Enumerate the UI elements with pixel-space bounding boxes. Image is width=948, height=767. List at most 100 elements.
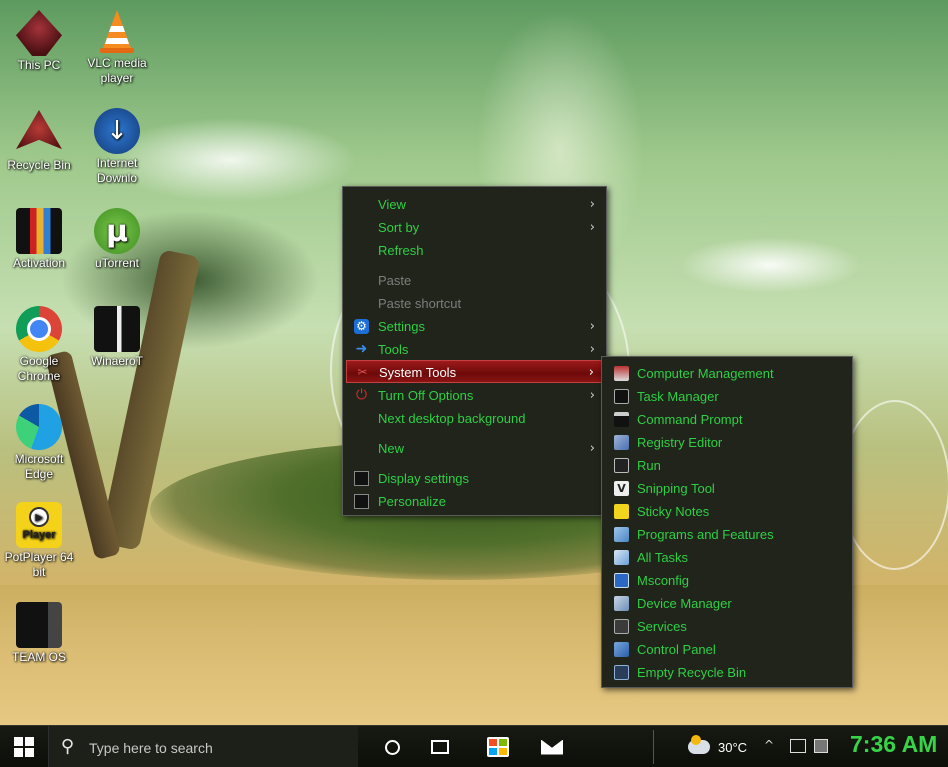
menu-item-label: Sort by xyxy=(378,220,420,235)
desktop-icon-utorrent[interactable]: µ uTorrent xyxy=(78,208,156,271)
taskbar-resize-handle[interactable] xyxy=(653,730,662,764)
taskbar: ⚲ Type here to search 30°C ^ 7:36 AM xyxy=(0,725,948,767)
command-prompt-icon xyxy=(614,412,629,427)
partly-cloudy-icon xyxy=(688,735,710,754)
chrome-icon xyxy=(16,306,62,352)
submenu-item-label: Device Manager xyxy=(637,596,732,611)
menu-item-personalize[interactable]: Personalize xyxy=(346,490,603,513)
submenu-item-sticky-notes[interactable]: Sticky Notes xyxy=(605,500,849,523)
menu-item-refresh[interactable]: Refresh xyxy=(346,239,603,262)
submenu-item-label: Control Panel xyxy=(637,642,716,657)
internet-download-manager-icon: ↓ xyxy=(94,108,140,154)
desktop-icon-edge[interactable]: Microsoft Edge xyxy=(0,404,78,482)
menu-item-label: Next desktop background xyxy=(378,411,526,426)
battery-icon[interactable] xyxy=(814,739,828,753)
msconfig-icon xyxy=(614,573,629,588)
microsoft-store-button[interactable] xyxy=(476,726,520,767)
submenu-item-label: Sticky Notes xyxy=(637,504,710,519)
menu-item-display-settings[interactable]: Display settings xyxy=(346,467,603,490)
task-view-button[interactable] xyxy=(418,726,462,767)
menu-item-settings[interactable]: ⚙ Settings › xyxy=(346,315,603,338)
submenu-item-label: Msconfig xyxy=(637,573,690,588)
team-os-icon xyxy=(16,602,62,648)
desktop-icon-label: VLC media player xyxy=(87,56,147,85)
tools-icon: ✂ xyxy=(357,365,368,379)
desktop-icon-vlc[interactable]: VLC media player xyxy=(78,8,156,86)
gear-icon: ⚙ xyxy=(354,319,369,334)
chevron-right-icon: › xyxy=(589,342,595,357)
device-manager-icon xyxy=(614,596,629,611)
submenu-item-services[interactable]: Services xyxy=(605,615,849,638)
cortana-icon xyxy=(384,739,400,755)
edge-icon xyxy=(16,404,62,450)
snipping-tool-icon: V xyxy=(614,481,629,496)
mail-icon xyxy=(541,739,563,755)
menu-item-label: Paste shortcut xyxy=(378,296,462,311)
submenu-item-label: All Tasks xyxy=(637,550,689,565)
mail-button[interactable] xyxy=(530,726,574,767)
desktop-icon-team-os[interactable]: TEAM OS xyxy=(0,602,78,665)
desktop-icon-activation[interactable]: Activation xyxy=(0,208,78,271)
sticky-notes-icon xyxy=(614,504,629,519)
submenu-item-all-tasks[interactable]: All Tasks xyxy=(605,546,849,569)
registry-editor-icon xyxy=(614,435,629,450)
submenu-item-control-panel[interactable]: Control Panel xyxy=(605,638,849,661)
network-icon[interactable] xyxy=(790,739,806,753)
submenu-item-label: Run xyxy=(637,458,661,473)
desktop-icon-label: This PC xyxy=(17,58,61,72)
menu-item-turn-off-options[interactable]: ⏻ Turn Off Options › xyxy=(346,384,603,407)
menu-item-label: Settings xyxy=(378,319,425,334)
task-manager-icon xyxy=(614,389,629,404)
personalize-icon xyxy=(354,494,369,509)
desktop-icon-potplayer[interactable]: ▶ Player PotPlayer 64 bit xyxy=(0,502,78,580)
desktop-icon-label: Google Chrome xyxy=(17,354,61,383)
desktop-icon-chrome[interactable]: Google Chrome xyxy=(0,306,78,384)
menu-item-next-desktop-background[interactable]: Next desktop background xyxy=(346,407,603,430)
chevron-right-icon: › xyxy=(589,441,595,456)
taskbar-search-box[interactable]: ⚲ Type here to search xyxy=(48,726,358,767)
desktop-icon-winaero[interactable]: WinaeroT xyxy=(78,306,156,369)
submenu-item-computer-management[interactable]: Computer Management xyxy=(605,362,849,385)
menu-item-paste-shortcut: Paste shortcut xyxy=(346,292,603,315)
desktop-icon-internet-download-manager[interactable]: ↓ Internet Downlo xyxy=(78,108,156,186)
submenu-item-msconfig[interactable]: Msconfig xyxy=(605,569,849,592)
submenu-item-device-manager[interactable]: Device Manager xyxy=(605,592,849,615)
start-button[interactable] xyxy=(0,726,48,767)
submenu-item-registry-editor[interactable]: Registry Editor xyxy=(605,431,849,454)
menu-item-new[interactable]: New › xyxy=(346,437,603,460)
submenu-item-command-prompt[interactable]: Command Prompt xyxy=(605,408,849,431)
taskbar-clock[interactable]: 7:36 AM xyxy=(850,731,937,758)
submenu-item-run[interactable]: Run xyxy=(605,454,849,477)
desktop-icon-recycle-bin[interactable]: Recycle Bin xyxy=(0,110,78,173)
chevron-right-icon: › xyxy=(589,197,595,212)
menu-item-view[interactable]: View › xyxy=(346,193,603,216)
menu-item-label: Paste xyxy=(378,273,412,288)
desktop-icon-this-pc[interactable]: This PC xyxy=(0,10,78,73)
weather-widget[interactable]: 30°C xyxy=(688,726,747,767)
submenu-item-empty-recycle-bin[interactable]: Empty Recycle Bin xyxy=(605,661,849,684)
submenu-item-programs-and-features[interactable]: Programs and Features xyxy=(605,523,849,546)
all-tasks-icon xyxy=(614,550,629,565)
task-view-icon xyxy=(431,740,449,754)
menu-item-paste: Paste xyxy=(346,269,603,292)
system-tools-submenu: Computer Management Task Manager Command… xyxy=(601,356,853,688)
cortana-button[interactable] xyxy=(370,726,414,767)
submenu-item-label: Snipping Tool xyxy=(637,481,715,496)
menu-item-label: Personalize xyxy=(378,494,446,509)
submenu-item-task-manager[interactable]: Task Manager xyxy=(605,385,849,408)
menu-item-system-tools[interactable]: ✂ System Tools › xyxy=(346,360,603,383)
menu-item-tools[interactable]: ➜ Tools › xyxy=(346,338,603,361)
menu-item-sort-by[interactable]: Sort by › xyxy=(346,216,603,239)
wallpaper-light-ring-right xyxy=(840,400,948,570)
search-icon: ⚲ xyxy=(61,736,75,757)
submenu-item-snipping-tool[interactable]: V Snipping Tool xyxy=(605,477,849,500)
desktop-icon-label: WinaeroT xyxy=(90,354,143,368)
microsoft-store-icon xyxy=(487,737,509,757)
desktop-icon-label: Internet Downlo xyxy=(96,156,138,185)
menu-item-label: View xyxy=(378,197,406,212)
search-placeholder: Type here to search xyxy=(89,740,213,756)
control-panel-icon xyxy=(614,642,629,657)
chevron-right-icon: › xyxy=(589,220,595,235)
show-hidden-icons-chevron-icon[interactable]: ^ xyxy=(764,738,774,752)
services-icon xyxy=(614,619,629,634)
